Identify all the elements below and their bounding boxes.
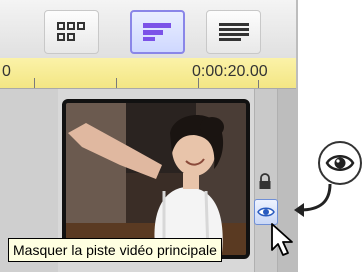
timeline-view-button[interactable] <box>130 10 185 54</box>
mouse-pointer-icon <box>271 223 293 256</box>
eye-icon <box>257 207 275 217</box>
timeline-bars-icon <box>142 23 171 41</box>
ruler-tick <box>34 78 35 88</box>
ruler-end-label: 0:00:20.00 <box>192 63 268 80</box>
list-view-button[interactable] <box>206 10 261 54</box>
callout-eye-icon-magnified <box>318 141 362 185</box>
list-lines-icon <box>218 23 249 41</box>
lock-icon[interactable] <box>256 173 274 191</box>
ruler-start-label: 0 <box>2 63 11 80</box>
view-toolbar <box>0 0 296 59</box>
storyboard-view-button[interactable] <box>44 10 99 54</box>
ruler-tick <box>116 78 117 88</box>
video-clip-thumbnail[interactable] <box>62 99 250 259</box>
tooltip: Masquer la piste vidéo principale <box>8 238 222 262</box>
ruler-tick <box>258 80 259 88</box>
ruler-tick <box>198 78 199 88</box>
time-ruler[interactable]: 0 0:00:20.00 <box>0 58 296 89</box>
storyboard-grid-icon <box>56 22 85 41</box>
clip-frame-image <box>66 103 246 255</box>
timeline-panel: 0 0:00:20.00 <box>0 0 298 272</box>
eye-icon <box>325 155 355 171</box>
